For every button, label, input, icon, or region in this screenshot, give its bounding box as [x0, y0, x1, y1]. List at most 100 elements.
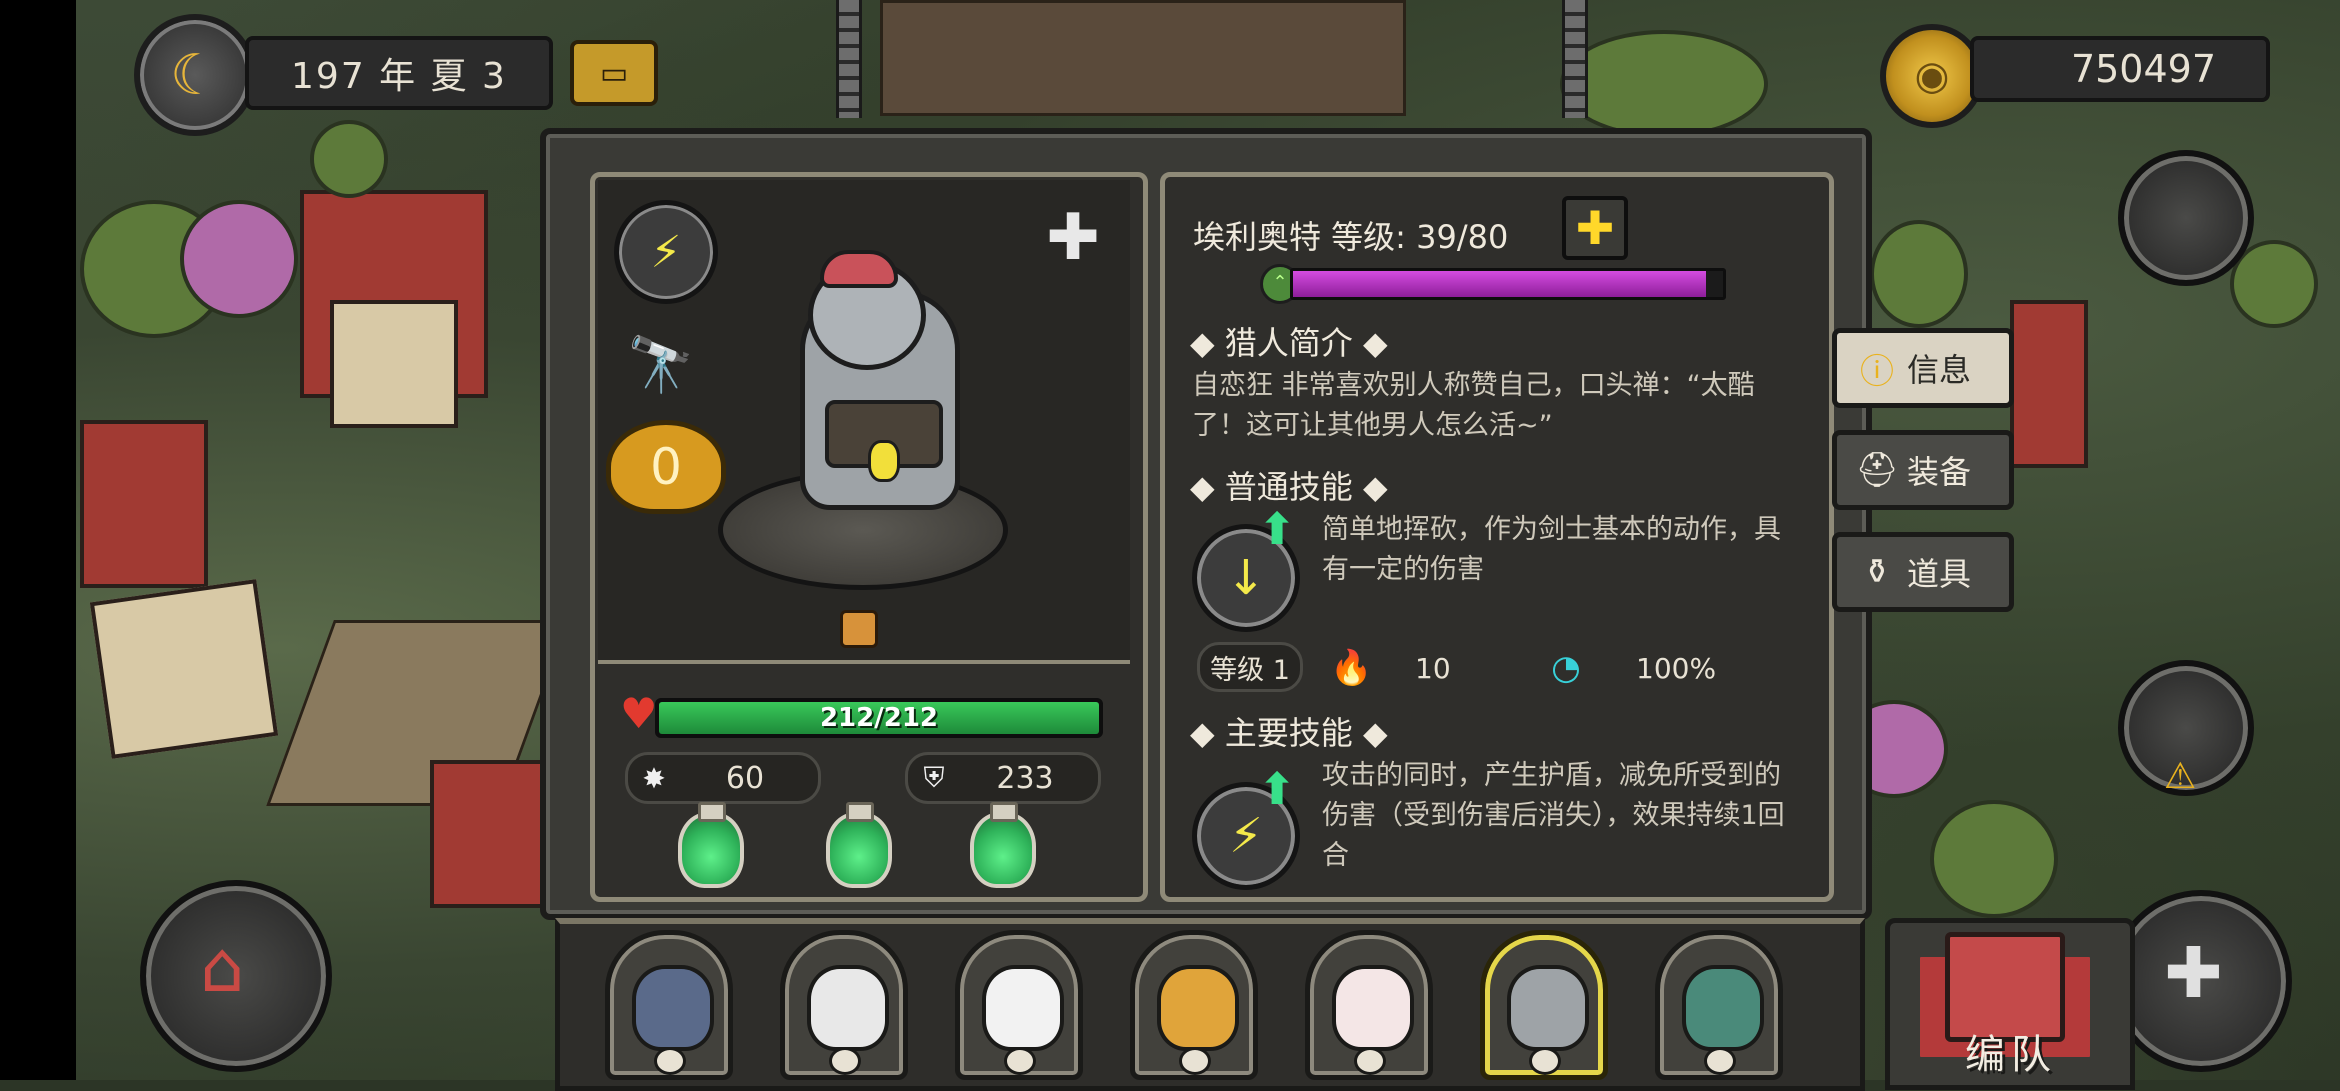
- polar-bear-portrait: [982, 965, 1064, 1051]
- ship-decoration: [89, 579, 279, 759]
- helmet-icon: ⛑: [1855, 450, 1899, 490]
- elephant-portrait: [1507, 965, 1589, 1051]
- attack-burst-icon: ✸: [642, 761, 666, 795]
- class-badge-icon: [654, 1047, 686, 1075]
- formation-label: 编队: [1965, 1032, 2057, 1078]
- hero-name-level: 埃利奥特 等级: 39/80: [1193, 218, 1509, 256]
- skill-upgrade-arrow-icon[interactable]: ⬆: [1258, 508, 1296, 552]
- hero-gem: [868, 440, 900, 482]
- hp-bar: 212/212: [655, 698, 1103, 738]
- normal-skill-desc: 简单地挥砍，作为剑士基本的动作，具有一定的伤害: [1322, 514, 1781, 585]
- potion-slot-2[interactable]: [826, 802, 892, 888]
- roster-hero-crocodile[interactable]: [1655, 930, 1783, 1080]
- class-badge-icon: [1704, 1047, 1736, 1075]
- tab-equipment-label: 装备: [1907, 453, 1972, 491]
- house-decoration: [330, 300, 458, 428]
- tree-decoration: [1870, 220, 1968, 328]
- poodle-portrait: [1332, 965, 1414, 1051]
- guild-shield-button[interactable]: ✚: [2110, 890, 2292, 1072]
- roster-hero-polar-bear[interactable]: [955, 930, 1083, 1080]
- date-display: 197 年 夏 3: [245, 36, 553, 110]
- defense-value: 233: [996, 760, 1054, 796]
- town-button[interactable]: ⌂: [140, 880, 332, 1072]
- profile-title-text: 猎人简介: [1224, 324, 1353, 362]
- tree-decoration: [1560, 30, 1768, 138]
- shield-drop-icon: [840, 610, 878, 648]
- house-icon: ⌂: [200, 926, 245, 1008]
- cross-shield-icon: ✚: [2164, 932, 2223, 1014]
- potion-slot-1[interactable]: [678, 802, 744, 888]
- rank-value: 0: [650, 438, 682, 496]
- warning-anvil-button[interactable]: ⚠: [2118, 660, 2254, 797]
- season-moon-icon[interactable]: ☾: [134, 14, 256, 136]
- roster-hero-poodle[interactable]: [1305, 930, 1433, 1080]
- hero-turban: [820, 250, 898, 288]
- main-skill-section-title: ◆ 主要技能 ◆: [1190, 714, 1388, 752]
- profile-text: 自恋狂 非常喜欢别人称赞自己，口头禅：“太酷了！这可让其他男人怎么活~”: [1192, 370, 1755, 441]
- tree-decoration: [310, 120, 388, 198]
- attack-stat: ✸ 60: [625, 752, 821, 804]
- sword-slash-icon: ⚡: [650, 226, 682, 278]
- telescope-icon[interactable]: 🔭: [614, 318, 708, 412]
- chain-decoration: [836, 0, 862, 118]
- main-skill-desc: 攻击的同时，产生护盾，减免所受到的伤害（受到伤害后消失），效果持续1回合: [1322, 760, 1785, 871]
- class-badge-icon: [1179, 1047, 1211, 1075]
- tab-info[interactable]: ⓘ 信息: [1832, 328, 2014, 408]
- warning-icon: ⚠: [2164, 756, 2197, 797]
- house-decoration: [80, 420, 208, 588]
- class-badge-icon: [1004, 1047, 1036, 1075]
- eagle-portrait: [807, 965, 889, 1051]
- sword-slash-icon: ⚡: [1229, 808, 1263, 864]
- accuracy-icon: ◔: [1551, 648, 1581, 688]
- tab-equipment[interactable]: ⛑ 装备: [1832, 430, 2014, 510]
- tab-items[interactable]: ⚱ 道具: [1832, 532, 2014, 612]
- plus-icon: ✚: [1575, 201, 1615, 255]
- normal-skill-section-title: ◆ 普通技能 ◆: [1190, 468, 1388, 506]
- skill-level-chip: 等级 1: [1197, 642, 1303, 692]
- level-up-button[interactable]: ✚: [1562, 196, 1628, 260]
- weapon-skill-slot[interactable]: ⚡: [614, 200, 718, 304]
- main-skill-title-text: 主要技能: [1224, 714, 1353, 752]
- gold-coin-icon: ◉: [1880, 24, 1984, 128]
- class-badge-icon: [1354, 1047, 1386, 1075]
- sword-down-icon: ↓: [1225, 550, 1267, 606]
- wolf-pirate-portrait: [632, 965, 714, 1051]
- skill-cost-value: 10: [1415, 652, 1451, 685]
- attack-value: 60: [725, 760, 765, 796]
- main-skill-upgrade-arrow-icon[interactable]: ⬆: [1258, 768, 1296, 812]
- tab-items-label: 道具: [1907, 555, 1972, 593]
- leopard-portrait: [1157, 965, 1239, 1051]
- tower-decoration: [2010, 300, 2088, 468]
- chain-decoration: [1562, 0, 1588, 118]
- profile-section-title: ◆ 猎人简介 ◆: [1190, 324, 1388, 362]
- event-bird-button[interactable]: [2118, 150, 2254, 286]
- tree-decoration: [180, 200, 298, 318]
- fire-cost-icon: 🔥: [1330, 648, 1373, 688]
- forge-decoration: [880, 0, 1406, 116]
- tree-decoration: [1930, 800, 2058, 918]
- house-decoration: [430, 760, 558, 908]
- xp-bar: [1290, 268, 1726, 300]
- roster-hero-elephant-selected[interactable]: [1480, 930, 1608, 1080]
- normal-skill-title-text: 普通技能: [1224, 468, 1353, 506]
- rank-badge: 0: [606, 420, 726, 514]
- class-badge-icon: [1529, 1047, 1561, 1075]
- ticket-icon: ▭: [599, 55, 629, 91]
- class-badge-icon: [829, 1047, 861, 1075]
- defense-stat: ⛨ 233: [905, 752, 1101, 804]
- calendar-button[interactable]: ▭: [570, 40, 658, 106]
- xp-bar-fill: [1293, 271, 1706, 297]
- left-black-bar: [0, 0, 76, 1080]
- roster-hero-wolf[interactable]: [605, 930, 733, 1080]
- tab-info-label: 信息: [1907, 351, 1972, 389]
- defense-shield-icon: ⛨: [923, 761, 945, 794]
- roster-hero-leopard[interactable]: [1130, 930, 1258, 1080]
- rabbit-add-icon[interactable]: ✚: [1030, 192, 1116, 284]
- potion-bag-icon: ⚱: [1862, 552, 1892, 592]
- potion-slot-3[interactable]: [970, 802, 1036, 888]
- info-icon: ⓘ: [1860, 351, 1894, 392]
- crocodile-portrait: [1682, 965, 1764, 1051]
- skill-accuracy-value: 100%: [1636, 652, 1717, 685]
- hp-value: 212/212: [819, 703, 939, 733]
- roster-hero-eagle[interactable]: [780, 930, 908, 1080]
